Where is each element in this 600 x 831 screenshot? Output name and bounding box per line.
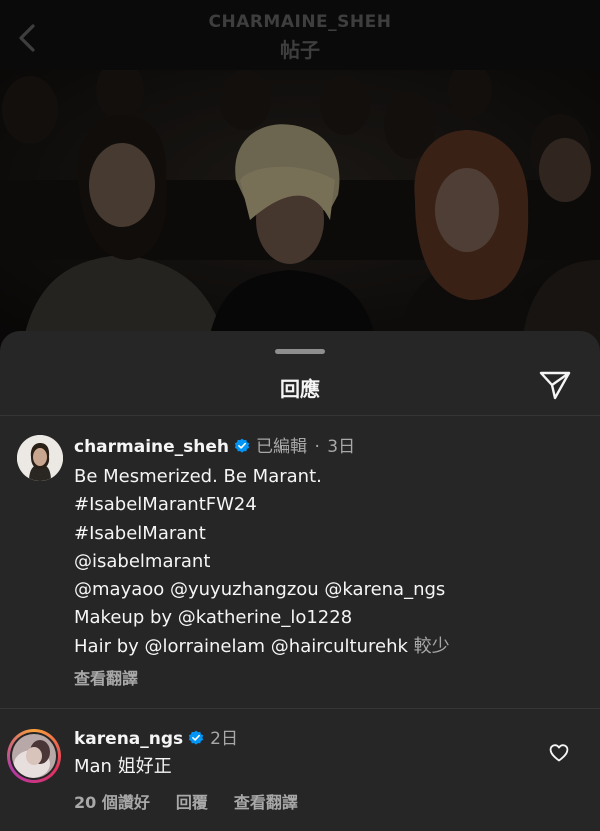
avatar[interactable] bbox=[17, 435, 63, 481]
caption-separator: · bbox=[314, 437, 320, 457]
comment-time: 2日 bbox=[210, 729, 238, 749]
avatar-border bbox=[10, 732, 58, 780]
reply-button[interactable]: 回覆 bbox=[176, 793, 208, 812]
caption-line: Hair by @lorrainelam @hairculturehk 較少 bbox=[74, 633, 574, 661]
comment-text: Man 姐好正 bbox=[74, 756, 172, 777]
caption-line: Be Mesmerized. Be Marant. bbox=[74, 466, 322, 487]
caption-mention[interactable]: @isabelmarant bbox=[74, 548, 574, 576]
heart-outline-icon[interactable] bbox=[549, 743, 569, 763]
post-photo bbox=[0, 70, 600, 360]
verified-badge-icon bbox=[189, 730, 204, 745]
comments-sheet: 回應 charmaine_sheh 已編輯 · 3日 Be Mesmerized… bbox=[0, 331, 600, 831]
caption-hashtag[interactable]: #IsabelMarant bbox=[74, 520, 574, 548]
caption-mentions[interactable]: @mayaoo @yuyuzhangzou @karena_ngs bbox=[74, 576, 574, 604]
top-bar: CHARMAINE_SHEH 帖子 bbox=[0, 0, 600, 70]
caption-time: 3日 bbox=[327, 437, 356, 457]
verified-badge-icon bbox=[234, 438, 250, 453]
caption-text: Be Mesmerized. Be Marant. #IsabelMarantF… bbox=[74, 463, 574, 661]
avatar bbox=[12, 734, 56, 778]
caption-hashtag[interactable]: #IsabelMarantFW24 bbox=[74, 491, 574, 519]
caption-username[interactable]: charmaine_sheh bbox=[74, 437, 229, 457]
paper-plane-icon[interactable] bbox=[537, 368, 573, 402]
story-ring[interactable] bbox=[7, 729, 61, 783]
sheet-title: 回應 bbox=[280, 377, 320, 401]
caption-edited: 已編輯 bbox=[256, 437, 308, 457]
caption-line[interactable]: Makeup by @katherine_lo1228 bbox=[74, 604, 574, 632]
caption-divider bbox=[0, 708, 600, 709]
header-username: CHARMAINE_SHEH bbox=[208, 12, 392, 32]
sheet-drag-handle[interactable] bbox=[275, 349, 325, 354]
see-translation-link[interactable]: 查看翻譯 bbox=[234, 793, 298, 812]
comment-actions: 20 個讚好 回覆 查看翻譯 bbox=[74, 789, 324, 813]
likes-count[interactable]: 20 個讚好 bbox=[74, 793, 150, 812]
show-less-link[interactable]: 較少 bbox=[414, 636, 450, 657]
header-divider bbox=[0, 415, 600, 416]
caption-last-line[interactable]: Hair by @lorrainelam @hairculturehk bbox=[74, 636, 408, 657]
page-title: 帖子 bbox=[280, 38, 320, 62]
comment-username[interactable]: karena_ngs bbox=[74, 729, 183, 749]
caption-header: charmaine_sheh 已編輯 · 3日 bbox=[74, 435, 355, 459]
see-translation-link[interactable]: 查看翻譯 bbox=[74, 665, 138, 689]
comment-header: karena_ngs 2日 bbox=[74, 727, 238, 751]
